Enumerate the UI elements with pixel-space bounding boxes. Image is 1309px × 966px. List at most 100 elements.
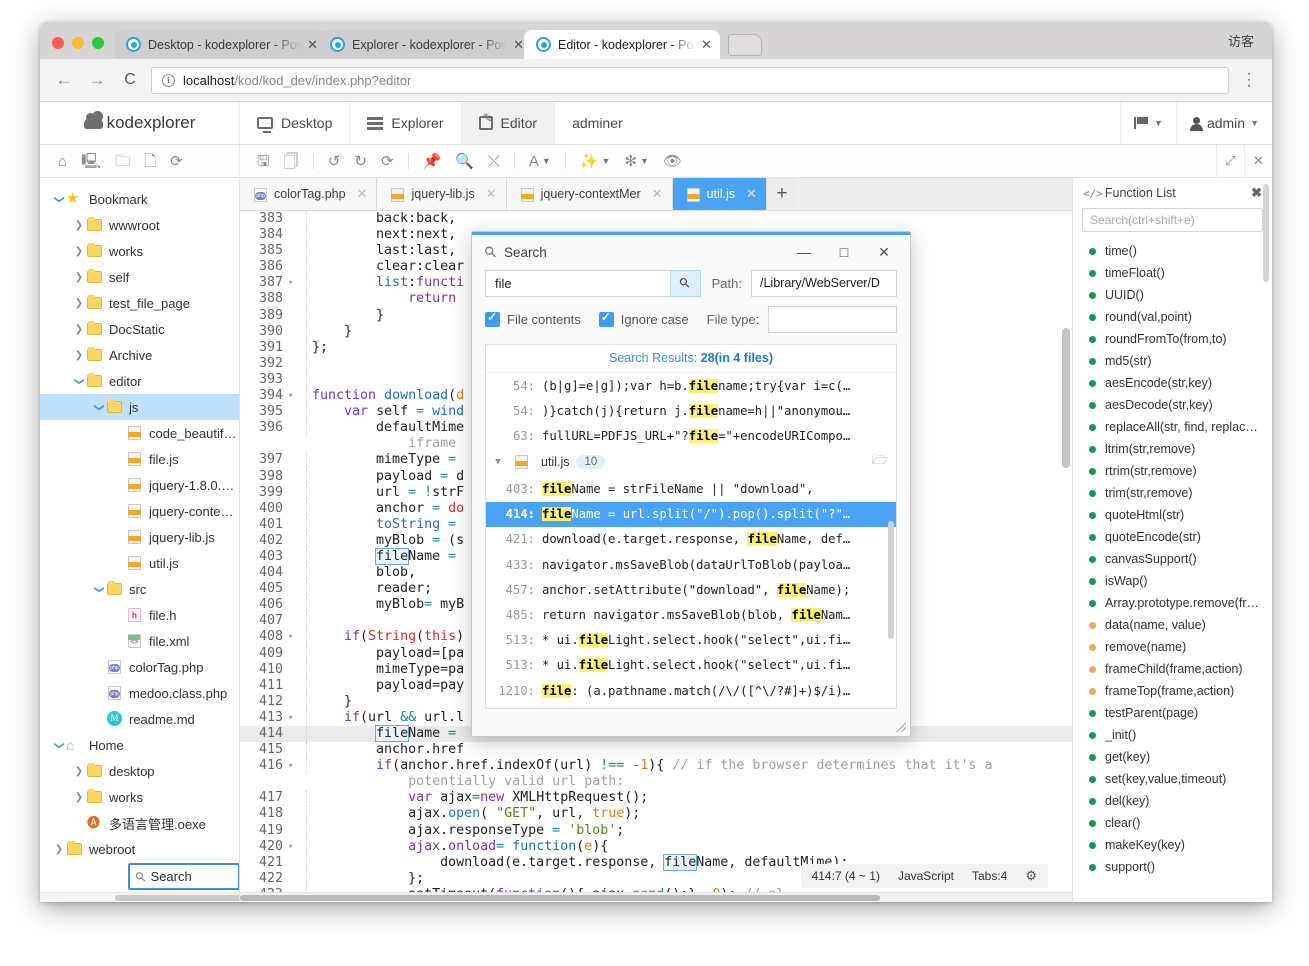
editor-file-tab[interactable]: jquery-contextMer✕: [507, 178, 673, 210]
save-as-icon[interactable]: 🗍: [284, 154, 299, 169]
function-list-item[interactable]: clear(): [1073, 812, 1272, 834]
editor-file-tab[interactable]: util.js✕: [673, 178, 767, 210]
settings-icon[interactable]: ✻▼: [624, 154, 649, 169]
fold-marker[interactable]: [288, 613, 298, 629]
chevron-right-icon[interactable]: ❯: [72, 792, 86, 803]
undo-icon[interactable]: ↺: [328, 154, 341, 169]
fold-marker[interactable]: [288, 823, 298, 839]
fold-marker[interactable]: ▾: [288, 710, 298, 726]
fold-marker[interactable]: [288, 855, 298, 871]
fold-marker[interactable]: [288, 678, 298, 694]
function-list-item[interactable]: trim(str,remove): [1073, 482, 1272, 504]
function-list-item[interactable]: replaceAll(str, find, replace…: [1073, 416, 1272, 438]
chevron-right-icon[interactable]: ❯: [52, 844, 66, 855]
forward-icon[interactable]: →: [85, 70, 109, 90]
sidebar-horizontal-scrollbar[interactable]: [40, 892, 239, 902]
search-result-file-group[interactable]: ▼util.js10🗁: [486, 448, 896, 476]
code-line[interactable]: 418 ajax.open( "GET", url, true);: [240, 806, 1072, 822]
fold-marker[interactable]: [288, 549, 298, 565]
code-line[interactable]: potentially valid url path:: [240, 774, 1072, 790]
fold-marker[interactable]: [288, 581, 298, 597]
chevron-down-icon[interactable]: ❯: [94, 582, 105, 596]
function-list-item[interactable]: quoteEncode(str): [1073, 526, 1272, 548]
tree-item-jquery-lib-js[interactable]: jquery-lib.js: [40, 524, 239, 550]
fold-marker[interactable]: ▾: [288, 629, 298, 645]
fold-marker[interactable]: [288, 742, 298, 758]
fold-marker[interactable]: [288, 211, 298, 227]
reload-icon[interactable]: ⟳: [381, 154, 394, 169]
editor-vertical-scrollbar[interactable]: [1062, 328, 1070, 468]
fold-marker[interactable]: [288, 726, 298, 742]
code-line[interactable]: 419 ajax.responseType = 'blob';: [240, 823, 1072, 839]
search-result-row[interactable]: 513:* ui.fileLight.select.hook("select",…: [486, 628, 896, 653]
function-list-item[interactable]: time(): [1073, 240, 1272, 262]
code-line[interactable]: 415 anchor.href: [240, 742, 1072, 758]
language-menu[interactable]: ▼: [1120, 102, 1176, 144]
fold-marker[interactable]: [288, 790, 298, 806]
editor-file-tab[interactable]: jquery-lib.js✕: [377, 178, 506, 210]
fold-marker[interactable]: ▾: [288, 275, 298, 291]
file-tab-close-icon[interactable]: ✕: [652, 186, 663, 202]
fold-marker[interactable]: [288, 565, 298, 581]
fold-marker[interactable]: [288, 227, 298, 243]
search-icon[interactable]: 🔍: [455, 154, 474, 169]
chevron-down-icon[interactable]: ▼: [490, 457, 506, 467]
tree-item-desktop[interactable]: ❯desktop: [40, 758, 239, 784]
add-file-tab-button[interactable]: +: [767, 178, 797, 210]
file-icon[interactable]: 🗋: [144, 154, 156, 169]
tree-item-colortag-php[interactable]: colorTag.php: [40, 654, 239, 680]
fold-marker[interactable]: [288, 452, 298, 468]
function-list-scrollbar[interactable]: [1263, 184, 1269, 282]
fold-marker[interactable]: [288, 356, 298, 372]
tree-item-editor[interactable]: ❯editor: [40, 368, 239, 394]
function-list-item[interactable]: testParent(page): [1073, 702, 1272, 724]
desktop-icon[interactable]: 🖳: [81, 154, 101, 169]
dialog-maximize-button[interactable]: □: [824, 237, 864, 267]
fold-marker[interactable]: [288, 291, 298, 307]
function-list-item[interactable]: Array.prototype.remove(fr…: [1073, 592, 1272, 614]
nav-item-adminer[interactable]: adminer: [555, 102, 640, 144]
tab-close-icon[interactable]: ✕: [701, 37, 712, 53]
gear-icon[interactable]: ⚙: [1025, 868, 1037, 884]
tree-item-test-file-page[interactable]: ❯test_file_page: [40, 290, 239, 316]
file-contents-checkbox[interactable]: File contents: [485, 312, 581, 327]
browser-tab[interactable]: Editor - kodexplorer - Powered✕: [524, 30, 720, 59]
search-results-scrollbar[interactable]: [888, 521, 894, 639]
search-result-row[interactable]: 2089:profile:function() {}: [486, 703, 896, 708]
chevron-right-icon[interactable]: ❯: [72, 324, 86, 335]
function-list-item[interactable]: data(name, value): [1073, 614, 1272, 636]
browser-tab[interactable]: Explorer - kodexplorer - Powe✕: [318, 30, 532, 59]
pin-icon[interactable]: 📌: [423, 154, 442, 169]
editor-horizontal-scrollbar[interactable]: [240, 892, 1072, 902]
fold-marker[interactable]: [288, 533, 298, 549]
function-list-item[interactable]: remove(name): [1073, 636, 1272, 658]
tree-item-webroot[interactable]: ❯webroot: [40, 836, 239, 862]
function-list-item[interactable]: ltrim(str,remove): [1073, 438, 1272, 460]
tree-item-works[interactable]: ❯works: [40, 238, 239, 264]
search-result-row[interactable]: 513:* ui.fileLight.select.hook("select",…: [486, 653, 896, 678]
dialog-title-bar[interactable]: ⚲ Search — □ ✕: [472, 235, 910, 270]
tab-size[interactable]: Tabs:4: [972, 869, 1007, 883]
folder-open-icon[interactable]: 🗁: [872, 451, 888, 473]
save-icon[interactable]: 🖫: [257, 154, 270, 169]
search-result-row[interactable]: 63:fullURL=PDFJS_URL+"?file="+encodeURIC…: [486, 423, 896, 448]
function-list-item[interactable]: md5(str): [1073, 350, 1272, 372]
tree-item-archive[interactable]: ❯Archive: [40, 342, 239, 368]
dialog-close-button[interactable]: ✕: [864, 237, 904, 267]
tree-item-medoo-class-php[interactable]: medoo.class.php: [40, 680, 239, 706]
file-tab-close-icon[interactable]: ✕: [746, 186, 757, 202]
search-query-input[interactable]: file: [485, 270, 670, 297]
function-list-item[interactable]: support(): [1073, 856, 1272, 878]
tree-item-works[interactable]: ❯works: [40, 784, 239, 810]
fold-marker[interactable]: ▾: [288, 388, 298, 404]
chevron-down-icon[interactable]: ❯: [74, 374, 85, 388]
search-result-row[interactable]: 403:fileName = strFileName || "download"…: [486, 476, 896, 501]
fold-marker[interactable]: [288, 646, 298, 662]
function-list-item[interactable]: isWap(): [1073, 570, 1272, 592]
function-list-item[interactable]: quoteHtml(str): [1073, 504, 1272, 526]
search-submit-button[interactable]: ⚲: [670, 270, 701, 297]
site-info-icon[interactable]: i: [162, 74, 175, 87]
browser-tab[interactable]: Desktop - kodexplorer - Powe✕: [114, 30, 326, 59]
search-result-row[interactable]: 54:)}catch(j){return j.filename=h||"anon…: [486, 398, 896, 423]
function-list-item[interactable]: rtrim(str,remove): [1073, 460, 1272, 482]
